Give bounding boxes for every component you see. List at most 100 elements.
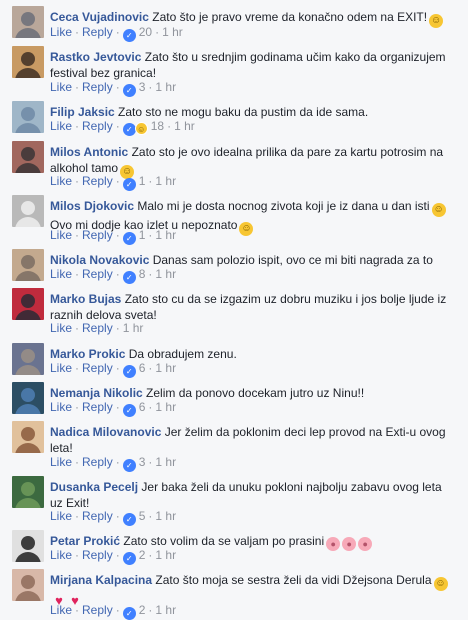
reply-link[interactable]: Reply: [82, 548, 113, 562]
comment-author[interactable]: Filip Jaksic: [50, 105, 115, 119]
comment-actions: Like · Reply · ✓ 1 · 1 hr: [50, 228, 176, 245]
reply-link[interactable]: Reply: [82, 174, 113, 188]
comment-text: Danas sam polozio ispit, ovo ce mi biti …: [152, 253, 433, 267]
comment-timestamp[interactable]: 1 hr: [155, 267, 176, 281]
reply-link[interactable]: Reply: [82, 267, 113, 281]
reaction-count[interactable]: 3: [139, 455, 146, 469]
like-reaction-icon[interactable]: ✓: [122, 404, 136, 417]
like-reaction-icon[interactable]: ✓: [122, 552, 136, 565]
like-reaction-icon[interactable]: ✓: [122, 123, 136, 136]
avatar[interactable]: [12, 421, 44, 453]
like-link[interactable]: Like: [50, 25, 72, 39]
reply-link[interactable]: Reply: [82, 228, 113, 242]
avatar[interactable]: [12, 476, 44, 508]
reaction-count[interactable]: 2: [139, 603, 146, 617]
avatar[interactable]: [12, 195, 44, 227]
reply-link[interactable]: Reply: [82, 361, 113, 375]
like-reaction-icon[interactable]: ✓: [122, 232, 136, 245]
avatar[interactable]: [12, 249, 44, 281]
reply-link[interactable]: Reply: [82, 119, 113, 133]
avatar[interactable]: [12, 288, 44, 320]
like-reaction-icon[interactable]: ✓: [122, 607, 136, 620]
like-link[interactable]: Like: [50, 321, 72, 335]
comment-author[interactable]: Nikola Novakovic: [50, 253, 149, 267]
comment-timestamp[interactable]: 1 hr: [155, 400, 176, 414]
smile-emoji-icon: ☺: [239, 222, 254, 236]
avatar[interactable]: [12, 343, 44, 375]
comment-author[interactable]: Nadica Milovanovic: [50, 425, 161, 439]
like-reaction-icon[interactable]: ✓: [122, 178, 136, 191]
comment-timestamp[interactable]: 1 hr: [155, 174, 176, 188]
like-link[interactable]: Like: [50, 361, 72, 375]
comment-timestamp[interactable]: 1 hr: [155, 509, 176, 523]
comment-timestamp[interactable]: 1 hr: [155, 361, 176, 375]
like-reaction-icon[interactable]: ✓: [122, 29, 136, 42]
smile-emoji-icon: ☺: [433, 577, 448, 591]
comment-author[interactable]: Rastko Jevtovic: [50, 50, 141, 64]
separator-dot: ·: [115, 174, 120, 188]
separator-dot: ·: [75, 455, 80, 469]
like-link[interactable]: Like: [50, 455, 72, 469]
comment-timestamp[interactable]: 1 hr: [155, 603, 176, 617]
like-link[interactable]: Like: [50, 119, 72, 133]
like-link[interactable]: Like: [50, 174, 72, 188]
reaction-count[interactable]: 6: [139, 400, 146, 414]
comment-timestamp[interactable]: 1 hr: [162, 25, 183, 39]
comment-timestamp[interactable]: 1 hr: [155, 548, 176, 562]
like-link[interactable]: Like: [50, 228, 72, 242]
comment-author[interactable]: Mirjana Kalpacina: [50, 573, 152, 587]
reply-link[interactable]: Reply: [82, 25, 113, 39]
like-link[interactable]: Like: [50, 603, 72, 617]
reaction-count[interactable]: 8: [139, 267, 146, 281]
avatar[interactable]: [12, 569, 44, 601]
reaction-count[interactable]: 18: [151, 119, 164, 133]
reply-link[interactable]: Reply: [82, 455, 113, 469]
comment-author[interactable]: Ceca Vujadinovic: [50, 10, 149, 24]
comment-author[interactable]: Milos Antonic: [50, 145, 128, 159]
avatar[interactable]: [12, 141, 44, 173]
separator-dot: ·: [115, 321, 120, 335]
separator-dot: ·: [75, 80, 80, 94]
like-link[interactable]: Like: [50, 80, 72, 94]
avatar[interactable]: [12, 101, 44, 133]
like-reaction-icon[interactable]: ✓: [122, 513, 136, 526]
like-reaction-icon[interactable]: ✓: [122, 459, 136, 472]
reply-link[interactable]: Reply: [82, 80, 113, 94]
reaction-count[interactable]: 1: [139, 174, 146, 188]
comment-timestamp[interactable]: 1 hr: [155, 228, 176, 242]
reaction-count[interactable]: 20: [139, 25, 152, 39]
reaction-count[interactable]: 3: [139, 80, 146, 94]
comment-author[interactable]: Dusanka Pecelj: [50, 480, 138, 494]
reaction-count[interactable]: 6: [139, 361, 146, 375]
reply-link[interactable]: Reply: [82, 509, 113, 523]
avatar-body: [15, 552, 41, 562]
comment-timestamp[interactable]: 1 hr: [155, 80, 176, 94]
separator-dot: ·: [148, 400, 153, 414]
comment-author[interactable]: Milos Djokovic: [50, 199, 134, 213]
like-link[interactable]: Like: [50, 267, 72, 281]
comment-timestamp[interactable]: 1 hr: [155, 455, 176, 469]
comment-author[interactable]: Nemanja Nikolic: [50, 386, 143, 400]
avatar[interactable]: [12, 46, 44, 78]
comment-author[interactable]: Petar Prokić: [50, 534, 120, 548]
avatar[interactable]: [12, 382, 44, 414]
like-link[interactable]: Like: [50, 400, 72, 414]
avatar[interactable]: [12, 6, 44, 38]
like-reaction-icon[interactable]: ✓: [122, 84, 136, 97]
like-reaction-icon[interactable]: ✓: [122, 271, 136, 284]
like-reaction-icon[interactable]: ✓: [122, 365, 136, 378]
reaction-count[interactable]: 5: [139, 509, 146, 523]
avatar[interactable]: [12, 530, 44, 562]
haha-reaction-icon[interactable]: ☺: [134, 122, 148, 135]
like-link[interactable]: Like: [50, 509, 72, 523]
comment-author[interactable]: Marko Bujas: [50, 292, 121, 306]
comment-author[interactable]: Marko Prokic: [50, 347, 125, 361]
comment-timestamp[interactable]: 1 hr: [174, 119, 195, 133]
comment-timestamp[interactable]: 1 hr: [123, 321, 144, 335]
reply-link[interactable]: Reply: [82, 603, 113, 617]
reply-link[interactable]: Reply: [82, 400, 113, 414]
reply-link[interactable]: Reply: [82, 321, 113, 335]
reaction-count[interactable]: 2: [139, 548, 146, 562]
reaction-count[interactable]: 1: [139, 228, 146, 242]
like-link[interactable]: Like: [50, 548, 72, 562]
